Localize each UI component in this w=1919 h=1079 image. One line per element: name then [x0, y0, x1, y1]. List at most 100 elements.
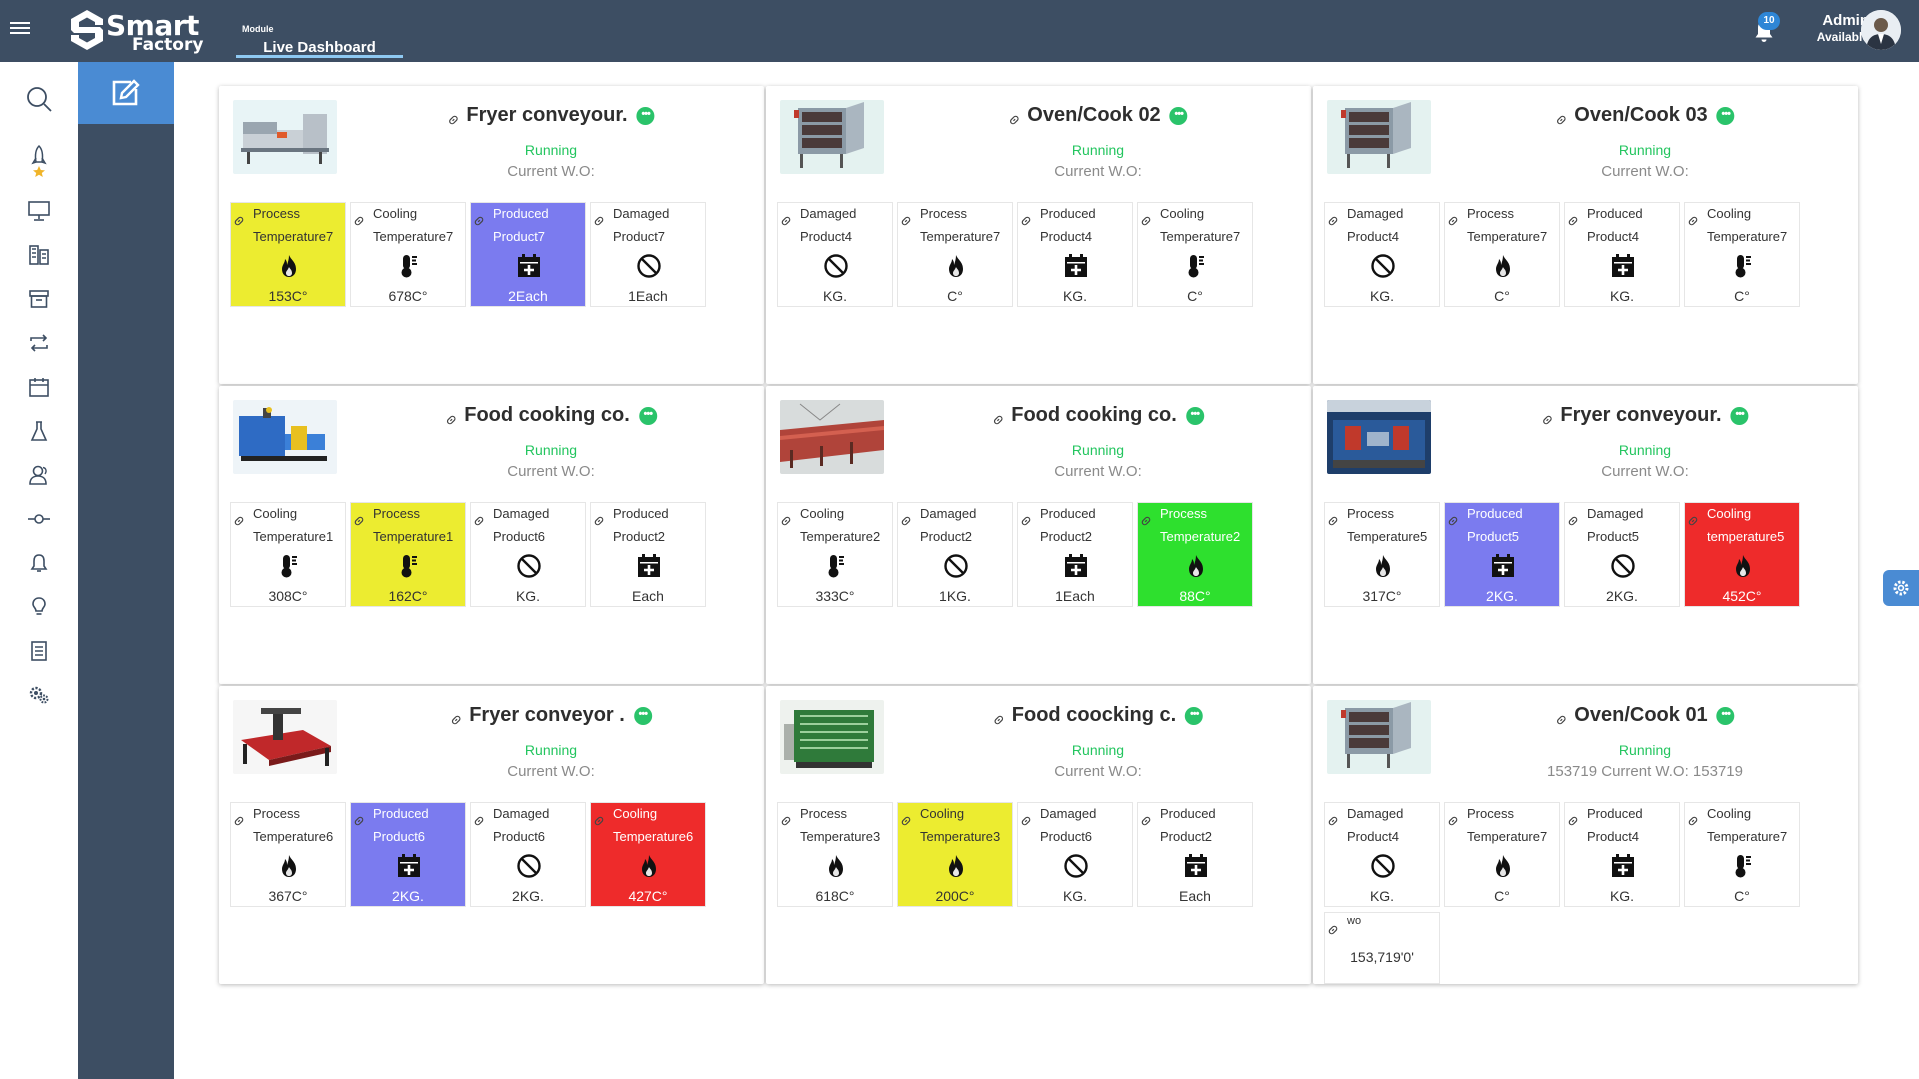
users-icon[interactable]: [24, 460, 54, 490]
link-icon: [1020, 214, 1032, 226]
metric-sublabel: Temperature3: [800, 829, 881, 844]
metric-tile[interactable]: Process Temperature6 367C°: [230, 802, 346, 907]
more-options-icon[interactable]: •••: [636, 106, 655, 125]
metric-tile[interactable]: Damaged Product4 KG.: [1324, 202, 1440, 307]
link-icon: [1008, 109, 1022, 124]
machine-title[interactable]: Food coocking c. •••: [993, 704, 1204, 727]
link-icon: [1327, 814, 1339, 826]
metric-label: Process: [1160, 506, 1207, 521]
calendar-icon[interactable]: [24, 372, 54, 402]
metric-tile[interactable]: Cooling Temperature3 200C°: [897, 802, 1013, 907]
machine-title[interactable]: Oven/Cook 03 •••: [1555, 104, 1735, 127]
metric-tile[interactable]: Damaged Product2 1KG.: [897, 502, 1013, 607]
metric-tile[interactable]: Process Temperature7 C°: [897, 202, 1013, 307]
more-options-icon[interactable]: •••: [1716, 106, 1735, 125]
machine-card[interactable]: Fryer conveyor . ••• Running Current W.O: Pr…: [219, 686, 764, 984]
metric-tile[interactable]: Produced Product7 2Each: [470, 202, 586, 307]
module-selector[interactable]: Live Dashboard: [236, 36, 403, 58]
metric-tile[interactable]: Produced Product4 KG.: [1564, 202, 1680, 307]
machine-image: [233, 100, 337, 174]
metric-tile[interactable]: Damaged Product6 KG.: [470, 502, 586, 607]
brand-logo[interactable]: Smart Factory: [68, 6, 208, 55]
transfer-icon[interactable]: [24, 328, 54, 358]
metric-tile[interactable]: Cooling Temperature2 333C°: [777, 502, 893, 607]
settings-icon[interactable]: [24, 680, 54, 710]
machine-title[interactable]: Fryer conveyour. •••: [447, 104, 655, 127]
lightbulb-icon[interactable]: [24, 592, 54, 622]
metric-tile[interactable]: Produced Product4 KG.: [1017, 202, 1133, 307]
metric-tile[interactable]: Cooling Temperature7 C°: [1684, 202, 1800, 307]
monitor-icon[interactable]: [24, 196, 54, 226]
commit-icon[interactable]: [24, 504, 54, 534]
metric-tile[interactable]: Process Temperature7 C°: [1444, 802, 1560, 907]
metric-tile[interactable]: Cooling temperature5 452C°: [1684, 502, 1800, 607]
more-options-icon[interactable]: •••: [1185, 706, 1204, 725]
machine-title[interactable]: Food cooking co. •••: [992, 404, 1204, 427]
metric-tile[interactable]: Process Temperature7 C°: [1444, 202, 1560, 307]
metric-tile[interactable]: Cooling Temperature7 678C°: [350, 202, 466, 307]
machine-title[interactable]: Food cooking co. •••: [445, 404, 657, 427]
search-icon[interactable]: [24, 84, 54, 114]
machine-title[interactable]: Fryer conveyor . •••: [450, 704, 652, 727]
machine-card[interactable]: Oven/Cook 03 ••• Running Current W.O: Damage…: [1313, 86, 1858, 384]
machine-card[interactable]: Oven/Cook 01 ••• Running 153719 Current W.O…: [1313, 686, 1858, 984]
machine-card[interactable]: Food cooking co. ••• Running Current W.O: Co…: [766, 386, 1311, 684]
flame-icon: [1490, 253, 1516, 279]
metric-tile[interactable]: Produced Product4 KG.: [1564, 802, 1680, 907]
thermometer-icon: [396, 253, 422, 279]
archive-icon[interactable]: [24, 284, 54, 314]
metric-label: wo: [1347, 915, 1362, 927]
metric-tile[interactable]: Cooling Temperature7 C°: [1137, 202, 1253, 307]
metric-tile[interactable]: Cooling Temperature7 C°: [1684, 802, 1800, 907]
settings-panel-toggle[interactable]: [1883, 570, 1919, 606]
machine-card[interactable]: Food cooking co. ••• Running Current W.O: Co…: [219, 386, 764, 684]
link-icon: [1140, 514, 1152, 526]
machine-title[interactable]: Oven/Cook 01 •••: [1555, 704, 1735, 727]
metric-tile[interactable]: Process Temperature7 153C°: [230, 202, 346, 307]
metric-sublabel: Temperature1: [253, 529, 334, 544]
document-icon[interactable]: [24, 636, 54, 666]
flask-icon[interactable]: [24, 416, 54, 446]
current-work-order: Current W.O:: [507, 763, 595, 780]
metric-tile[interactable]: Cooling Temperature1 308C°: [230, 502, 346, 607]
more-options-icon[interactable]: •••: [1185, 406, 1204, 425]
more-options-icon[interactable]: •••: [633, 706, 652, 725]
buildings-icon[interactable]: [24, 240, 54, 270]
machine-title[interactable]: Fryer conveyour. •••: [1541, 404, 1749, 427]
machine-card[interactable]: Fryer conveyour. ••• Running Current W.O: Pr…: [219, 86, 764, 384]
metric-tile[interactable]: Process Temperature5 317C°: [1324, 502, 1440, 607]
metric-value: 333C°: [815, 588, 855, 604]
metric-tile[interactable]: Cooling Temperature6 427C°: [590, 802, 706, 907]
metric-tile[interactable]: Damaged Product6 2KG.: [470, 802, 586, 907]
metric-tile[interactable]: Damaged Product5 2KG.: [1564, 502, 1680, 607]
metric-tile[interactable]: Damaged Product4 KG.: [1324, 802, 1440, 907]
more-options-icon[interactable]: •••: [1716, 706, 1735, 725]
machine-card[interactable]: Oven/Cook 02 ••• Running Current W.O: Damage…: [766, 86, 1311, 384]
machine-card[interactable]: Food coocking c. ••• Running Current W.O: Pr…: [766, 686, 1311, 984]
metric-tile[interactable]: Process Temperature2 88C°: [1137, 502, 1253, 607]
metric-tile[interactable]: Damaged Product6 KG.: [1017, 802, 1133, 907]
more-options-icon[interactable]: •••: [1169, 106, 1188, 125]
metric-sublabel: Temperature7: [1707, 229, 1788, 244]
bell-icon[interactable]: [24, 548, 54, 578]
metric-tile[interactable]: Produced Product6 2KG.: [350, 802, 466, 907]
metric-tile[interactable]: Produced Product2 Each: [590, 502, 706, 607]
more-options-icon[interactable]: •••: [638, 406, 657, 425]
metric-tile[interactable]: Process Temperature1 162C°: [350, 502, 466, 607]
rocket-icon[interactable]: [24, 142, 54, 182]
metric-tile[interactable]: Damaged Product7 1Each: [590, 202, 706, 307]
metric-label: Process: [1467, 806, 1514, 821]
metric-tile[interactable]: Damaged Product4 KG.: [777, 202, 893, 307]
edit-dashboard-button[interactable]: [78, 62, 174, 124]
machine-card[interactable]: Fryer conveyour. ••• Running Current W.O: Pr…: [1313, 386, 1858, 684]
more-options-icon[interactable]: •••: [1730, 406, 1749, 425]
metric-tile[interactable]: wo 153,719'0': [1324, 912, 1440, 984]
metric-tile[interactable]: Produced Product2 Each: [1137, 802, 1253, 907]
machine-title[interactable]: Oven/Cook 02 •••: [1008, 104, 1188, 127]
metric-tile[interactable]: Produced Product2 1Each: [1017, 502, 1133, 607]
menu-toggle-icon[interactable]: [10, 19, 30, 39]
user-avatar[interactable]: [1861, 10, 1901, 50]
metric-tile[interactable]: Process Temperature3 618C°: [777, 802, 893, 907]
metric-tile[interactable]: Produced Product5 2KG.: [1444, 502, 1560, 607]
metric-sublabel: Temperature7: [1467, 229, 1548, 244]
